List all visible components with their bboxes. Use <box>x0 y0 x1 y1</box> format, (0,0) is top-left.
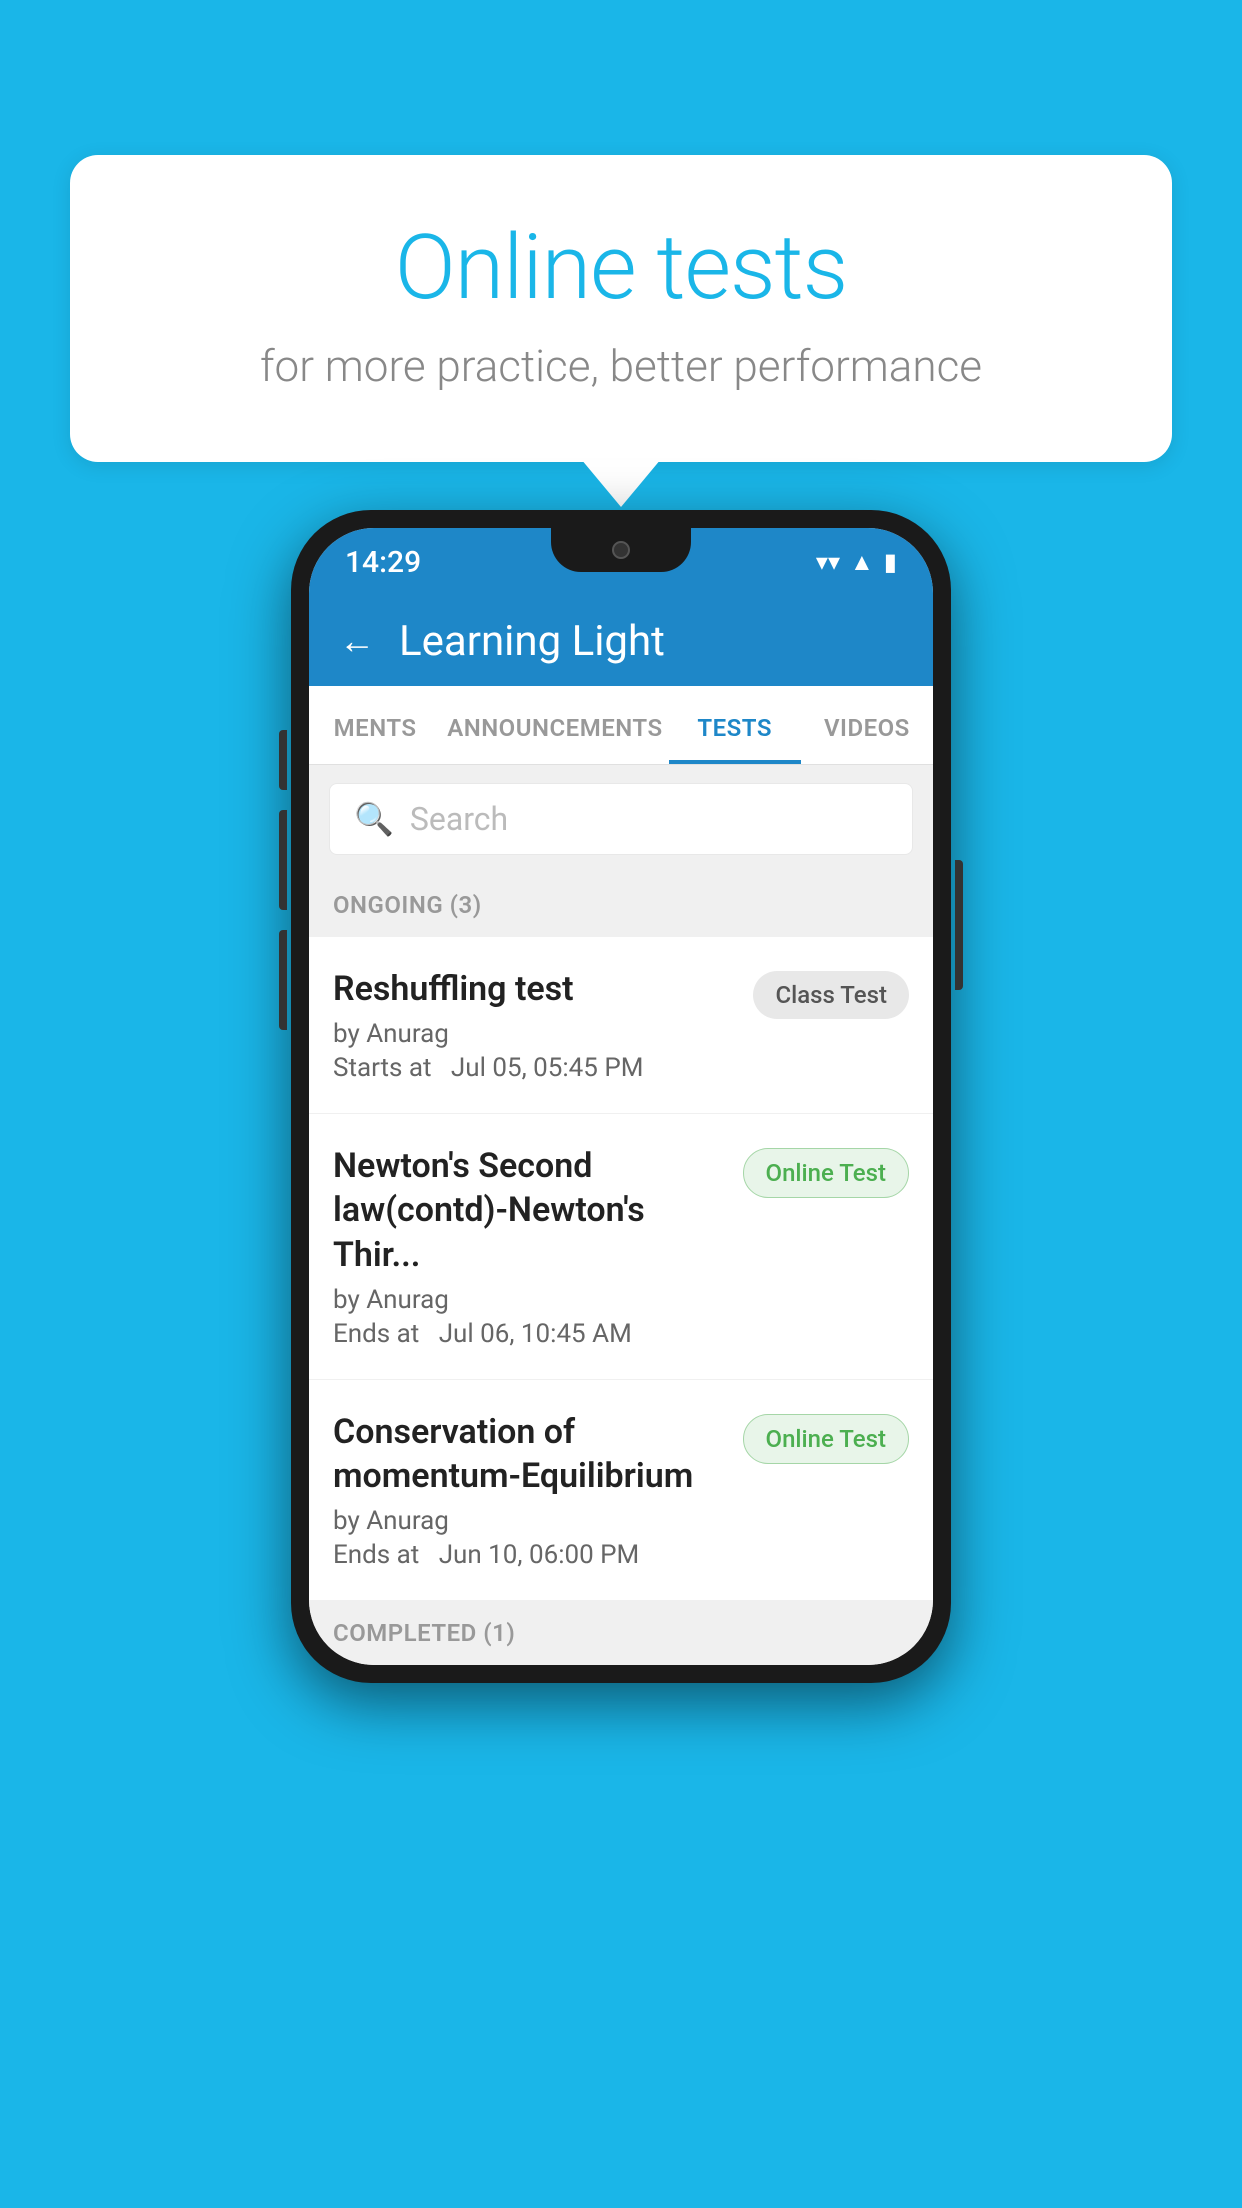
notch <box>551 528 691 572</box>
test-date-2: Ends at Jul 06, 10:45 AM <box>333 1319 723 1349</box>
test-item-3[interactable]: Conservation of momentum-Equilibrium by … <box>309 1380 933 1601</box>
search-bar[interactable]: 🔍 Search <box>329 783 913 855</box>
phone-btn-power <box>955 860 963 990</box>
search-input[interactable]: Search <box>410 800 508 838</box>
status-time: 14:29 <box>345 545 421 580</box>
app-bar: ← Learning Light <box>309 596 933 686</box>
test-badge-3: Online Test <box>743 1414 909 1464</box>
tab-announcements[interactable]: ANNOUNCEMENTS <box>441 686 668 764</box>
test-info-2: Newton's Second law(contd)-Newton's Thir… <box>333 1144 743 1349</box>
phone-btn-volume-down <box>279 810 287 910</box>
phone-btn-volume-down2 <box>279 930 287 1030</box>
test-item-2[interactable]: Newton's Second law(contd)-Newton's Thir… <box>309 1114 933 1380</box>
app-title: Learning Light <box>399 617 665 666</box>
test-date-1: Starts at Jul 05, 05:45 PM <box>333 1053 733 1083</box>
test-info-3: Conservation of momentum-Equilibrium by … <box>333 1410 743 1570</box>
test-name-1: Reshuffling test <box>333 967 733 1011</box>
tab-tests[interactable]: TESTS <box>669 686 801 764</box>
phone-outer: 14:29 ▾▾ ▲ ▮ ← Learning Light MENTS <box>291 510 951 1683</box>
test-by-3: by Anurag <box>333 1506 723 1536</box>
bubble-title: Online tests <box>150 215 1092 320</box>
tab-videos[interactable]: VIDEOS <box>801 686 933 764</box>
test-by-2: by Anurag <box>333 1285 723 1315</box>
phone-wrapper: 14:29 ▾▾ ▲ ▮ ← Learning Light MENTS <box>291 510 951 1683</box>
status-icons: ▾▾ ▲ ▮ <box>816 548 897 577</box>
test-item-1[interactable]: Reshuffling test by Anurag Starts at Jul… <box>309 937 933 1114</box>
tabs-bar: MENTS ANNOUNCEMENTS TESTS VIDEOS <box>309 686 933 765</box>
back-button[interactable]: ← <box>339 620 375 662</box>
completed-label: COMPLETED (1) <box>333 1619 515 1647</box>
phone-btn-volume-up <box>279 730 287 790</box>
speech-bubble: Online tests for more practice, better p… <box>70 155 1172 462</box>
test-name-2: Newton's Second law(contd)-Newton's Thir… <box>333 1144 723 1277</box>
bubble-subtitle: for more practice, better performance <box>150 340 1092 392</box>
wifi-icon: ▾▾ <box>816 548 840 576</box>
tab-ments[interactable]: MENTS <box>309 686 441 764</box>
test-name-3: Conservation of momentum-Equilibrium <box>333 1410 723 1498</box>
speech-bubble-container: Online tests for more practice, better p… <box>70 155 1172 462</box>
ongoing-section-header: ONGOING (3) <box>309 873 933 937</box>
search-icon: 🔍 <box>354 800 394 838</box>
test-info-1: Reshuffling test by Anurag Starts at Jul… <box>333 967 753 1083</box>
test-date-3: Ends at Jun 10, 06:00 PM <box>333 1540 723 1570</box>
test-badge-2: Online Test <box>743 1148 909 1198</box>
camera-dot <box>612 541 630 559</box>
ongoing-label: ONGOING (3) <box>333 891 482 919</box>
battery-icon: ▮ <box>884 548 897 576</box>
test-badge-1: Class Test <box>753 971 909 1019</box>
phone-screen: 14:29 ▾▾ ▲ ▮ ← Learning Light MENTS <box>309 528 933 1665</box>
status-bar: 14:29 ▾▾ ▲ ▮ <box>309 528 933 596</box>
test-list: Reshuffling test by Anurag Starts at Jul… <box>309 937 933 1601</box>
completed-section-header: COMPLETED (1) <box>309 1601 933 1665</box>
signal-icon: ▲ <box>850 548 874 577</box>
search-container: 🔍 Search <box>309 765 933 873</box>
test-by-1: by Anurag <box>333 1019 733 1049</box>
